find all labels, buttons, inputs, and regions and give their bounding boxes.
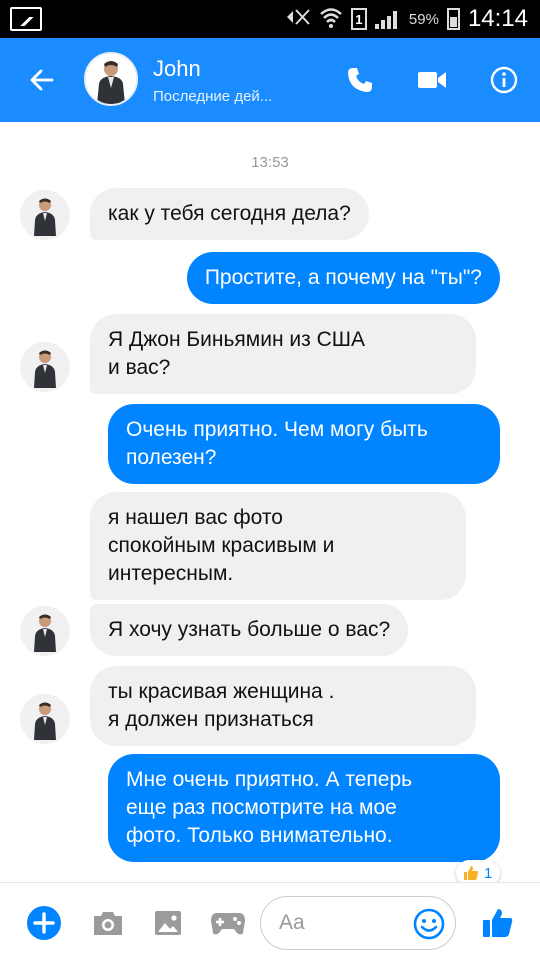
camera-icon bbox=[94, 912, 122, 935]
message-bubble-incoming[interactable]: я нашел вас фото спокойным красивым и ин… bbox=[90, 492, 466, 600]
image-icon bbox=[155, 911, 181, 935]
gallery-notification-icon bbox=[10, 7, 42, 31]
camera-button[interactable] bbox=[88, 903, 128, 943]
like-button[interactable] bbox=[478, 903, 518, 943]
message-bubble-incoming[interactable]: Я хочу узнать больше о вас? bbox=[90, 604, 409, 656]
phone-icon bbox=[348, 68, 372, 92]
message-input[interactable] bbox=[279, 897, 409, 949]
message-bubble-incoming[interactable]: как у тебя сегодня дела? bbox=[90, 188, 369, 240]
gamepad-icon bbox=[211, 913, 245, 935]
composer-bar bbox=[0, 882, 540, 960]
arrow-left-icon bbox=[30, 69, 54, 91]
message-bubble-outgoing[interactable]: Простите, а почему на "ты"? bbox=[186, 252, 500, 304]
sender-avatar[interactable] bbox=[20, 342, 70, 392]
back-button[interactable] bbox=[22, 60, 62, 100]
message-timestamp: 13:53 bbox=[251, 154, 289, 171]
mute-icon bbox=[285, 7, 311, 32]
wifi-icon bbox=[319, 6, 343, 33]
info-icon bbox=[490, 66, 518, 94]
message-bubble-outgoing[interactable]: Очень приятно. Чем могу быть полезен? bbox=[108, 404, 500, 484]
gallery-button[interactable] bbox=[148, 903, 188, 943]
more-actions-button[interactable] bbox=[24, 903, 64, 943]
sim-indicator: 1 bbox=[350, 8, 367, 30]
call-button[interactable] bbox=[340, 60, 380, 100]
sender-avatar[interactable] bbox=[20, 606, 70, 656]
thumbs-up-icon bbox=[464, 866, 479, 880]
battery-percent: 59% bbox=[408, 10, 439, 28]
contact-status: Последние дей... bbox=[153, 88, 273, 105]
contact-name[interactable]: John bbox=[153, 56, 201, 82]
smiley-icon[interactable] bbox=[413, 908, 445, 940]
message-bubble-incoming[interactable]: ты красивая женщина . я должен признатьс… bbox=[90, 666, 476, 746]
plus-circle-icon bbox=[27, 906, 61, 940]
sender-avatar[interactable] bbox=[20, 190, 70, 240]
video-camera-icon bbox=[418, 72, 446, 88]
message-bubble-outgoing[interactable]: Мне очень приятно. А теперь еще раз посм… bbox=[108, 754, 500, 862]
clock: 14:14 bbox=[467, 5, 528, 32]
thumbs-up-icon bbox=[483, 909, 513, 937]
status-icons: 1 59% 14:14 bbox=[285, 0, 528, 38]
battery-icon bbox=[446, 8, 460, 30]
message-bubble-incoming[interactable]: Я Джон Биньямин из США и вас? bbox=[90, 314, 476, 394]
signal-icon bbox=[374, 9, 401, 29]
reaction-count: 1 bbox=[484, 864, 493, 882]
message-composer[interactable] bbox=[260, 896, 456, 950]
sender-avatar[interactable] bbox=[20, 694, 70, 744]
video-call-button[interactable] bbox=[412, 60, 452, 100]
message-list[interactable]: 13:53 как у тебя сегодня дела? Простите,… bbox=[0, 122, 540, 886]
conversation-header: John Последние дей... bbox=[0, 38, 540, 122]
info-button[interactable] bbox=[484, 60, 524, 100]
contact-avatar[interactable] bbox=[84, 52, 138, 106]
games-button[interactable] bbox=[208, 903, 248, 943]
status-bar: 1 59% 14:14 bbox=[0, 0, 540, 38]
